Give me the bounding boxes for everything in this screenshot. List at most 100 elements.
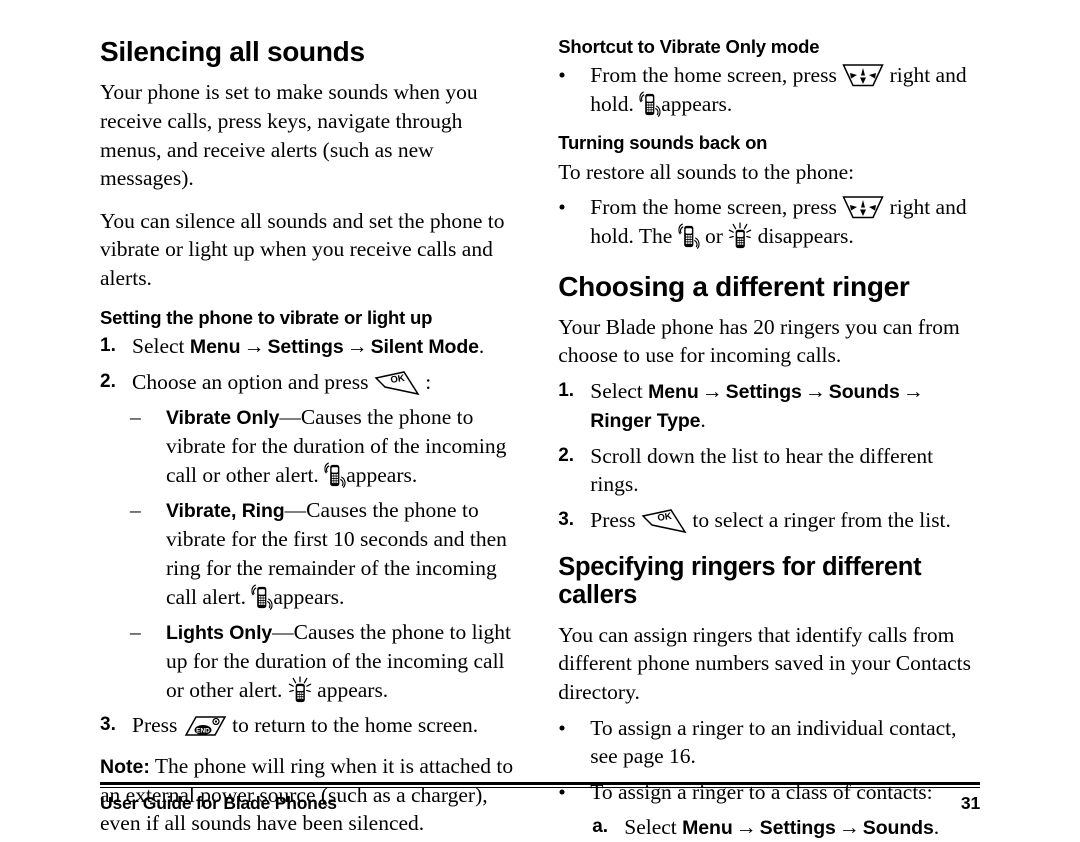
bullet-text-before: From the home screen, press [590, 195, 837, 220]
vibrate-phone-icon [639, 90, 661, 118]
left-column: Silencing all sounds Your phone is set t… [100, 36, 514, 835]
bullet-text-or: or [705, 223, 723, 248]
substep-text: Select Menu → Settings → Sounds. [624, 813, 980, 842]
step-marker: 1. [100, 334, 116, 356]
step-marker: 2. [100, 370, 116, 392]
manual-page: Silencing all sounds Your phone is set t… [0, 0, 1080, 839]
step-period: . [700, 407, 706, 432]
menu-path-settings: Settings [725, 381, 802, 404]
section-title-specifying-ringers: Specifying ringers for different callers [558, 552, 922, 610]
lights-only-phone-icon [728, 222, 752, 250]
substep-period: . [933, 815, 940, 840]
option-text: Lights Only—Causes the phone to light up… [166, 618, 514, 704]
option-marker: – [130, 620, 141, 645]
vibrate-phone-icon [324, 461, 346, 489]
option-dash: — [272, 620, 294, 645]
step-text-after: : [425, 369, 432, 394]
footer-row: User Guide for Blade Phones 31 [100, 793, 980, 814]
bullet-text-before: From the home screen, press [590, 63, 837, 88]
option-icon-note: appears. [346, 462, 418, 487]
step-text-after: to select a ringer from the list. [692, 508, 951, 533]
step-text-before: Press [132, 713, 178, 738]
turning-back-on-intro: To restore all sounds to the phone: [558, 159, 855, 184]
lights-only-phone-icon [288, 676, 312, 704]
bullet-marker: • [558, 715, 566, 740]
list-item-ringer-step-1: 1. Select Menu → Settings → Sounds → Ringer Ty… [558, 377, 980, 435]
bullet-marker: • [558, 63, 566, 88]
list-item-ringer-step-3: 3. Press to select a ringer from the lis… [558, 506, 980, 535]
intro-paragraph-2: You can silence all sounds and set the p… [100, 208, 505, 290]
substep-lead: Select [624, 815, 677, 840]
option-icon-note: appears. [273, 584, 345, 609]
menu-path-silent-mode: Silent Mode [370, 335, 479, 358]
right-column: Shortcut to Vibrate Only mode • From the… [558, 36, 980, 839]
step-lead: Select [132, 333, 185, 358]
option-marker: – [130, 405, 141, 430]
menu-path-menu: Menu [648, 381, 699, 404]
menu-path-settings: Settings [759, 817, 836, 840]
step-text: Select Menu → Settings → Sounds → Ringer Type. [590, 377, 980, 435]
page-title-silencing-all-sounds: Silencing all sounds [100, 36, 365, 67]
path-arrow-icon: → [346, 333, 368, 358]
section-title-choosing-different-ringer: Choosing a different ringer [558, 270, 910, 302]
list-item-step-2: 2. Choose an option and press : [100, 368, 514, 397]
step-text: Press to select a ringer from the list. [590, 506, 980, 535]
page-footer: User Guide for Blade Phones 31 [100, 782, 980, 814]
footer-rule-thick [100, 782, 980, 785]
path-arrow-icon: → [902, 379, 924, 404]
list-item-option-lights-only: – Lights Only—Causes the phone to light … [130, 618, 514, 704]
option-dash: — [279, 405, 301, 430]
footer-page-number: 31 [960, 792, 980, 813]
step-text: Scroll down the list to hear the differe… [590, 443, 934, 497]
path-arrow-icon: → [701, 379, 723, 404]
menu-path-menu: Menu [189, 335, 241, 358]
ok-key-icon [374, 370, 420, 396]
list-item-step-1: 1. Select Menu → Settings → Silent Mode. [100, 332, 514, 361]
path-arrow-icon: → [243, 333, 265, 358]
option-icon-note: appears. [317, 677, 389, 702]
subheading-shortcut-vibrate-only: Shortcut to Vibrate Only mode [558, 36, 820, 57]
option-dash: — [284, 498, 307, 523]
subheading-turning-sounds-back-on: Turning sounds back on [558, 132, 768, 154]
end-key-icon [183, 713, 227, 739]
step-marker: 2. [558, 444, 575, 466]
menu-path-ringer-type: Ringer Type [590, 409, 701, 432]
bullet-text-after: appears. [661, 91, 733, 116]
vibrate-phone-icon [678, 222, 700, 250]
list-item-option-vibrate-ring: – Vibrate, Ring—Causes the phone to vibr… [130, 496, 514, 611]
bullet-text-after: disappears. [757, 223, 854, 248]
list-item-assign-individual: • To assign a ringer to an individual co… [558, 714, 980, 771]
option-term: Vibrate Only [166, 407, 280, 430]
step-marker: 3. [100, 714, 116, 736]
list-item-substep-a: a. Select Menu → Settings → Sounds. [592, 813, 980, 842]
bullet-text: From the home screen, press right and ho… [590, 193, 980, 250]
step-text: Press to return to the home screen. [132, 711, 514, 740]
path-arrow-icon: → [804, 379, 826, 404]
navigation-key-icon [842, 62, 884, 88]
list-item-turning-back-on-bullet: • From the home screen, press right and … [558, 193, 980, 250]
footer-document-title: User Guide for Blade Phones [100, 792, 337, 813]
list-item-ringer-step-2: 2. Scroll down the list to hear the diff… [558, 442, 980, 499]
choosing-ringer-intro: Your Blade phone has 20 ringers you can … [558, 314, 960, 368]
substep-marker: a. [592, 816, 609, 838]
vibrate-phone-icon [251, 583, 273, 611]
step-text-before: Press [590, 508, 636, 533]
step-text: Choose an option and press : [132, 368, 514, 397]
step-text-before: Choose an option and press [132, 369, 369, 394]
option-text: Vibrate Only—Causes the phone to vibrate… [166, 403, 514, 489]
option-term: Vibrate, Ring [166, 500, 285, 523]
list-item-option-vibrate-only: – Vibrate Only—Causes the phone to vibra… [130, 403, 514, 489]
path-arrow-icon: → [838, 815, 860, 840]
step-marker: 3. [558, 509, 575, 531]
ok-key-icon [641, 508, 687, 534]
step-text: Select Menu → Settings → Silent Mode. [132, 332, 514, 361]
bullet-marker: • [558, 195, 566, 220]
bullet-text: From the home screen, press right and ho… [590, 61, 980, 118]
menu-path-sounds: Sounds [828, 381, 900, 404]
list-item-step-3: 3. Press to return to the home screen. [100, 711, 514, 740]
intro-paragraph-1: Your phone is set to make sounds when yo… [100, 80, 478, 191]
option-marker: – [130, 498, 141, 523]
menu-path-settings: Settings [267, 335, 344, 358]
two-column-body: Silencing all sounds Your phone is set t… [100, 36, 980, 839]
step-marker: 1. [558, 380, 575, 402]
